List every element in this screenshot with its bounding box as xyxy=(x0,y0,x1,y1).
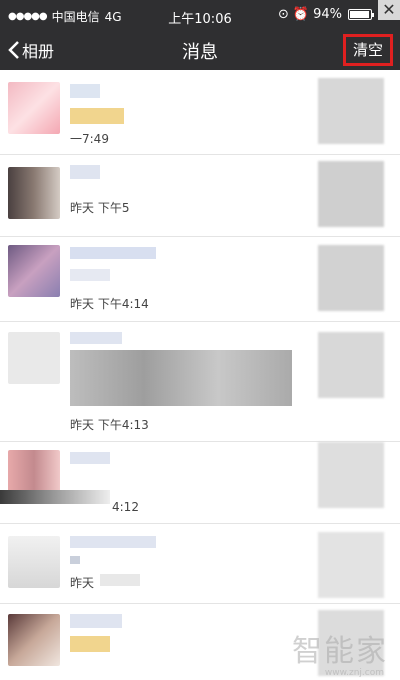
content-redacted xyxy=(70,350,292,406)
list-item[interactable]: 昨天 xyxy=(0,524,400,604)
sender-name-redacted xyxy=(70,452,110,464)
thumbnail-image xyxy=(318,442,384,508)
message-list: 一7:49 昨天 下午5 昨天 下午4:14 昨天 下午4:13 4:12 昨天 xyxy=(0,70,400,680)
avatar xyxy=(8,614,60,666)
sender-name-redacted xyxy=(70,536,156,548)
alarm-icon: ⏰ xyxy=(292,7,310,22)
close-icon[interactable]: ✕ xyxy=(378,0,400,20)
content-redacted xyxy=(100,574,140,586)
watermark-logo: 智能家 xyxy=(292,634,388,669)
content-redacted xyxy=(70,636,110,652)
content-redacted xyxy=(0,490,110,504)
nav-bar: 相册 消息 清空 xyxy=(0,30,400,70)
list-item[interactable]: 4:12 xyxy=(0,442,400,524)
sender-name-redacted xyxy=(70,84,100,98)
thumbnail-image xyxy=(318,332,384,398)
lock-rotation-icon: ⊙ xyxy=(278,7,289,22)
sender-name-redacted xyxy=(70,614,122,628)
avatar xyxy=(8,167,60,219)
watermark-url: www.znj.com xyxy=(324,668,384,678)
message-time: 昨天 下午5 xyxy=(70,201,130,215)
avatar xyxy=(8,536,60,588)
sender-name-redacted xyxy=(70,165,100,179)
content-redacted xyxy=(70,108,124,124)
list-item[interactable]: 昨天 下午5 xyxy=(0,155,400,237)
list-item[interactable]: 昨天 下午4:13 xyxy=(0,322,400,442)
clear-button[interactable]: 清空 xyxy=(343,34,393,66)
battery-percent: 94% xyxy=(313,7,342,22)
message-time: 昨天 xyxy=(70,576,95,590)
thumbnail-image xyxy=(318,245,384,311)
battery-icon xyxy=(348,9,374,20)
content-redacted xyxy=(70,269,110,281)
page-title: 消息 xyxy=(182,42,218,63)
message-time: 一7:49 xyxy=(70,132,109,146)
thumbnail-image xyxy=(318,161,384,227)
sender-name-redacted xyxy=(70,247,156,259)
list-item[interactable]: 昨天 下午4:14 xyxy=(0,237,400,322)
message-time: 昨天 下午4:14 xyxy=(70,297,149,311)
status-right: ⊙ ⏰ 94% xyxy=(278,7,374,22)
message-time: 昨天 下午4:13 xyxy=(70,418,149,432)
status-bar: ●●●●● 中国电信 4G 上午10:06 ⊙ ⏰ 94% ✕ xyxy=(0,0,400,30)
avatar xyxy=(8,332,60,384)
message-time: 4:12 xyxy=(112,500,139,514)
thumbnail-image xyxy=(318,532,384,598)
list-item[interactable]: 一7:49 xyxy=(0,70,400,155)
thumbnail-image xyxy=(318,78,384,144)
content-redacted xyxy=(70,556,80,564)
sender-name-redacted xyxy=(70,332,122,344)
battery-fill xyxy=(350,11,369,18)
avatar xyxy=(8,245,60,297)
avatar xyxy=(8,82,60,134)
